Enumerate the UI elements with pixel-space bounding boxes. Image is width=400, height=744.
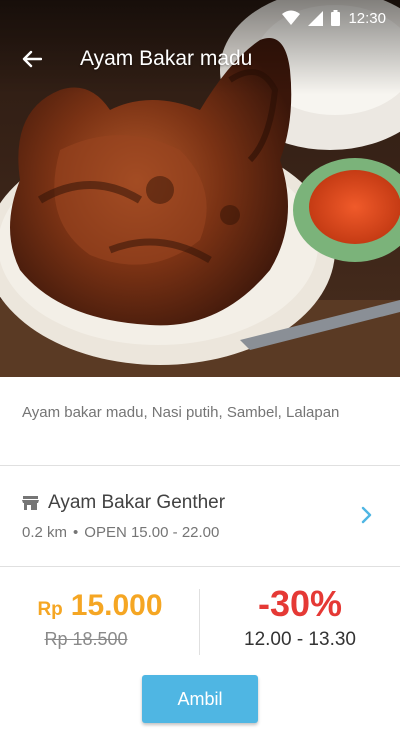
wifi-icon [282, 10, 301, 25]
signal-icon [308, 10, 324, 26]
discount-badge: -30% [257, 583, 343, 624]
merchant-hours: OPEN 15.00 - 22.00 [84, 524, 220, 541]
price-block: Rp 15.000 Rp 18.500 [0, 589, 200, 650]
store-icon [22, 496, 39, 510]
original-price: Rp 18.500 [44, 629, 128, 649]
status-bar: 12:30 [0, 0, 400, 36]
currency-label: Rp [37, 599, 63, 620]
menu-description: Ayam bakar madu, Nasi putih, Sambel, Lal… [22, 404, 340, 421]
merchant-distance: 0.2 km [22, 524, 68, 541]
current-price: 15.000 [70, 589, 163, 622]
merchant-row[interactable]: Ayam Bakar Genther 0.2 km • OPEN 15.00 -… [0, 466, 400, 566]
chevron-right-icon[interactable] [360, 506, 372, 524]
discount-block: -30% 12.00 - 13.30 [200, 583, 400, 651]
time-window: 12.00 - 13.30 [244, 629, 356, 650]
status-time: 12:30 [348, 9, 386, 27]
page-title: Ayam Bakar madu [80, 47, 253, 70]
price-section: Rp 15.000 Rp 18.500 -30% 12.00 - 13.30 [0, 567, 400, 667]
battery-icon [331, 10, 341, 26]
merchant-name: Ayam Bakar Genther [48, 492, 226, 513]
arrow-left-icon [22, 50, 42, 68]
ambil-button[interactable]: Ambil [142, 675, 258, 723]
back-button[interactable] [4, 36, 60, 82]
meta-separator: • [73, 524, 79, 541]
app-bar: Ayam Bakar madu [0, 36, 400, 82]
